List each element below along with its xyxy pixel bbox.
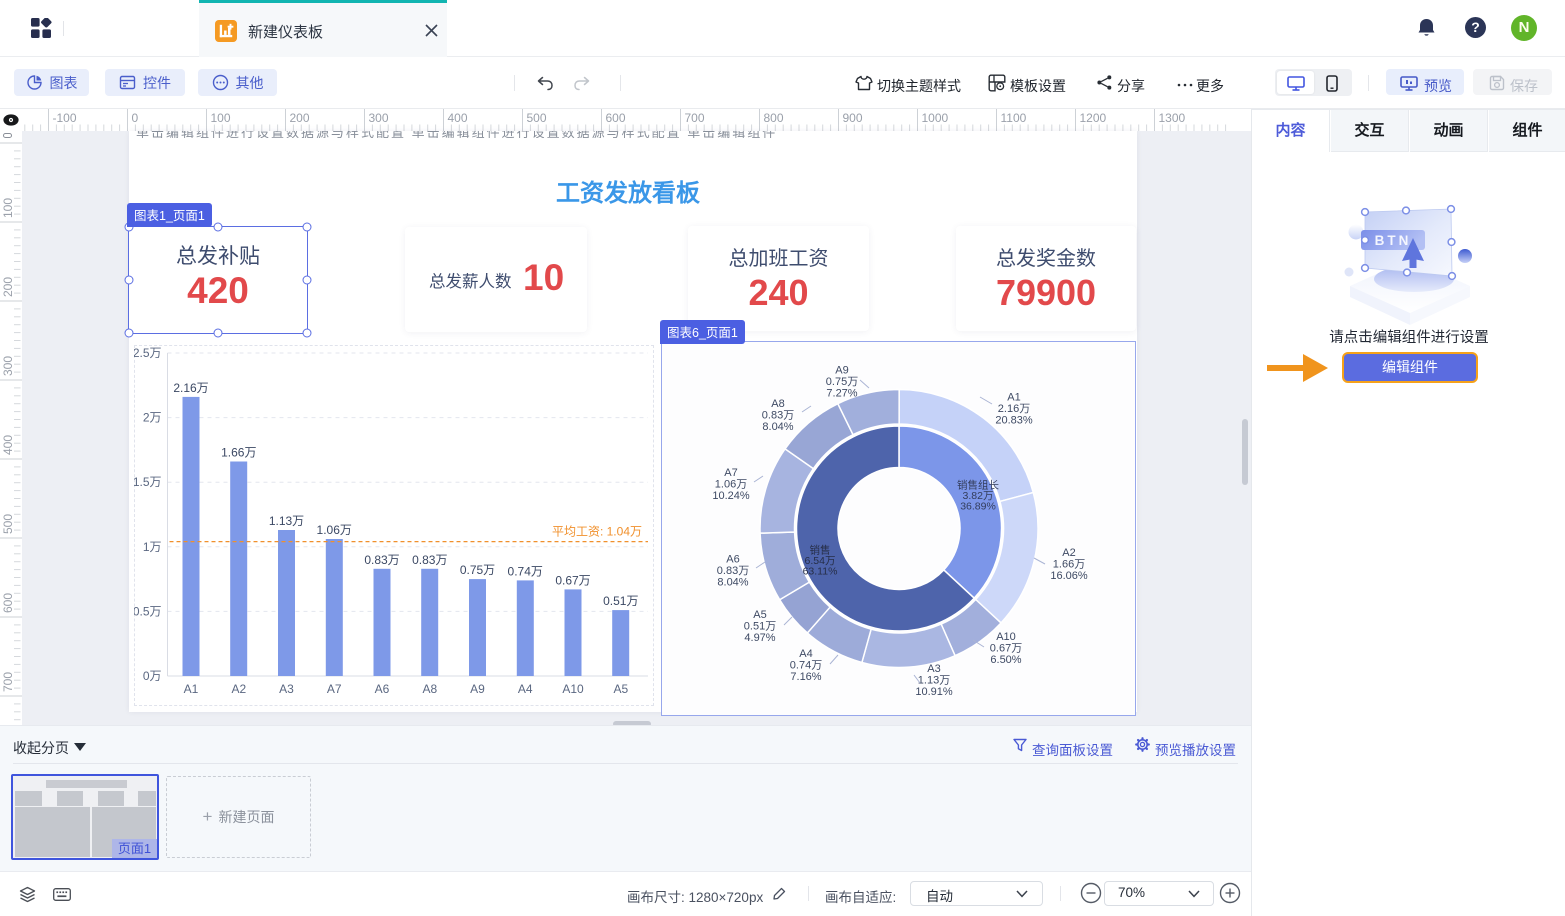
svg-text:10.91%: 10.91% [915,686,953,698]
svg-text:A1: A1 [1007,392,1020,404]
svg-text:0.83万: 0.83万 [412,553,447,567]
svg-text:7.27%: 7.27% [826,388,857,400]
svg-text:1万: 1万 [143,540,162,554]
svg-text:A3: A3 [279,682,294,696]
svg-text:6.50%: 6.50% [990,654,1021,666]
svg-text:平均工资: 1.04万: 平均工资: 1.04万 [552,525,642,539]
svg-text:200: 200 [290,111,310,125]
svg-text:0.75万: 0.75万 [460,563,495,577]
svg-text:0.51万: 0.51万 [744,620,776,632]
svg-text:A9: A9 [470,682,485,696]
svg-text:400: 400 [448,111,468,125]
svg-text:0.67万: 0.67万 [555,573,590,587]
svg-text:1.06万: 1.06万 [317,523,352,537]
svg-text:1000: 1000 [922,111,949,125]
svg-text:1.06万: 1.06万 [715,478,747,490]
svg-text:0.83万: 0.83万 [717,565,749,577]
svg-text:1.5万: 1.5万 [134,475,162,489]
svg-text:A7: A7 [724,467,737,479]
svg-text:16.06%: 16.06% [1050,570,1088,582]
svg-text:0.83万: 0.83万 [762,409,794,421]
svg-text:300: 300 [369,111,389,125]
svg-text:36.89%: 36.89% [960,501,996,513]
svg-text:0万: 0万 [143,669,162,683]
svg-text:0.74万: 0.74万 [790,659,822,671]
svg-text:A2: A2 [231,682,246,696]
svg-text:400: 400 [1,435,15,455]
svg-text:600: 600 [1,593,15,613]
svg-text:2.5万: 2.5万 [134,346,162,360]
svg-text:800: 800 [764,111,784,125]
svg-text:?: ? [1471,19,1480,35]
svg-text:A3: A3 [927,663,940,675]
svg-text:A9: A9 [835,365,848,377]
svg-text:8.04%: 8.04% [762,421,793,433]
svg-text:900: 900 [843,111,863,125]
svg-text:1200: 1200 [1080,111,1107,125]
svg-text:20.83%: 20.83% [995,415,1033,427]
svg-text:A4: A4 [799,648,812,660]
svg-text:A1: A1 [184,682,199,696]
svg-text:0.74万: 0.74万 [508,564,543,578]
svg-text:600: 600 [606,111,626,125]
svg-text:7.16%: 7.16% [790,671,821,683]
svg-text:A4: A4 [518,682,533,696]
svg-text:100: 100 [1,198,15,218]
svg-text:A10: A10 [996,631,1016,643]
svg-text:A5: A5 [613,682,628,696]
svg-text:-100: -100 [53,111,77,125]
svg-text:A10: A10 [562,682,584,696]
svg-text:500: 500 [1,514,15,534]
svg-text:700: 700 [1,672,15,692]
svg-text:1.13万: 1.13万 [269,514,304,528]
svg-text:2.16万: 2.16万 [998,403,1030,415]
svg-text:500: 500 [527,111,547,125]
svg-text:1.13万: 1.13万 [918,674,950,686]
svg-text:1300: 1300 [1159,111,1186,125]
svg-text:10.24%: 10.24% [712,490,750,502]
svg-text:200: 200 [1,277,15,297]
svg-text:BTN: BTN [1375,233,1412,248]
svg-text:2万: 2万 [143,411,162,425]
svg-text:1.66万: 1.66万 [221,446,256,460]
svg-text:1.66万: 1.66万 [1053,558,1085,570]
svg-text:700: 700 [685,111,705,125]
svg-text:2.16万: 2.16万 [173,381,208,395]
svg-text:A7: A7 [327,682,342,696]
svg-text:63.11%: 63.11% [803,565,838,577]
svg-text:A8: A8 [422,682,437,696]
svg-text:8.04%: 8.04% [717,576,748,588]
svg-text:0.51万: 0.51万 [603,594,638,608]
svg-text:300: 300 [1,356,15,376]
svg-text:A2: A2 [1062,547,1075,559]
svg-text:A6: A6 [726,553,739,565]
svg-text:A8: A8 [771,398,784,410]
svg-text:A6: A6 [375,682,390,696]
svg-text:1100: 1100 [1001,111,1027,125]
svg-text:0.83万: 0.83万 [364,553,399,567]
svg-text:4.97%: 4.97% [744,632,775,644]
svg-text:0.75万: 0.75万 [826,376,858,388]
svg-text:0.5万: 0.5万 [134,604,162,618]
svg-text:0: 0 [132,111,139,125]
svg-text:100: 100 [211,111,231,125]
svg-text:0.67万: 0.67万 [990,642,1022,654]
svg-text:A5: A5 [753,609,766,621]
